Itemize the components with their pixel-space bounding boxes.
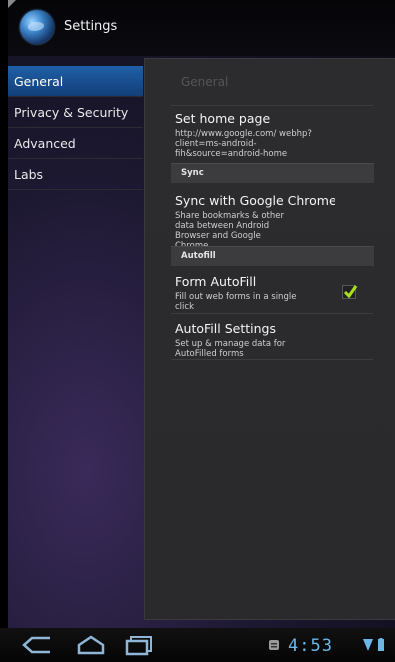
back-icon[interactable] — [20, 634, 54, 656]
pref-title: Sync with Google Chrome — [175, 193, 335, 208]
set-home-page-pref[interactable]: Set home page http://www.google.com/ web… — [175, 111, 373, 159]
pref-summary: Share bookmarks & other data between And… — [175, 211, 284, 251]
pref-summary: Fill out web forms in a single click — [175, 292, 297, 312]
clock[interactable]: 4:53 — [288, 636, 333, 656]
browser-globe-icon[interactable] — [20, 10, 54, 44]
check-icon — [343, 285, 358, 299]
recent-apps-icon[interactable] — [124, 634, 154, 656]
corner-indicator — [8, 0, 16, 8]
pref-title: Form AutoFill — [175, 274, 257, 289]
sync-chrome-pref[interactable]: Sync with Google Chrome Share bookmarks … — [175, 193, 373, 251]
divider — [171, 105, 373, 106]
form-autofill-checkbox[interactable] — [342, 285, 358, 299]
notification-icon[interactable] — [268, 638, 280, 652]
sidebar-item-general[interactable]: General — [8, 66, 143, 97]
settings-panel: General Set home page http://www.google.… — [144, 58, 395, 620]
pref-title: AutoFill Settings — [175, 321, 276, 336]
sidebar-item-privacy-security[interactable]: Privacy & Security — [8, 97, 143, 128]
pref-summary: Set up & manage data for AutoFilled form… — [175, 339, 286, 359]
settings-sidebar: General Privacy & Security Advanced Labs — [8, 66, 143, 190]
app-title: Settings — [64, 19, 118, 34]
panel-title: General — [181, 75, 229, 89]
divider — [171, 359, 373, 360]
home-icon[interactable] — [76, 634, 106, 656]
sidebar-item-labs[interactable]: Labs — [8, 159, 143, 190]
autofill-settings-pref[interactable]: AutoFill Settings Set up & manage data f… — [175, 321, 373, 359]
divider — [171, 313, 373, 314]
battery-icon — [378, 638, 384, 651]
pref-summary: http://www.google.com/ webhp?client=ms-a… — [175, 129, 312, 159]
screen: Settings General Privacy & Security Adva… — [8, 0, 395, 628]
system-bar: 4:53 — [0, 628, 395, 662]
wifi-signal-icon — [363, 639, 373, 651]
pref-title: Set home page — [175, 111, 271, 126]
sidebar-item-advanced[interactable]: Advanced — [8, 128, 143, 159]
sync-category-header: Sync — [171, 163, 374, 183]
autofill-category-header: Autofill — [171, 246, 374, 266]
action-bar: Settings — [8, 0, 395, 56]
